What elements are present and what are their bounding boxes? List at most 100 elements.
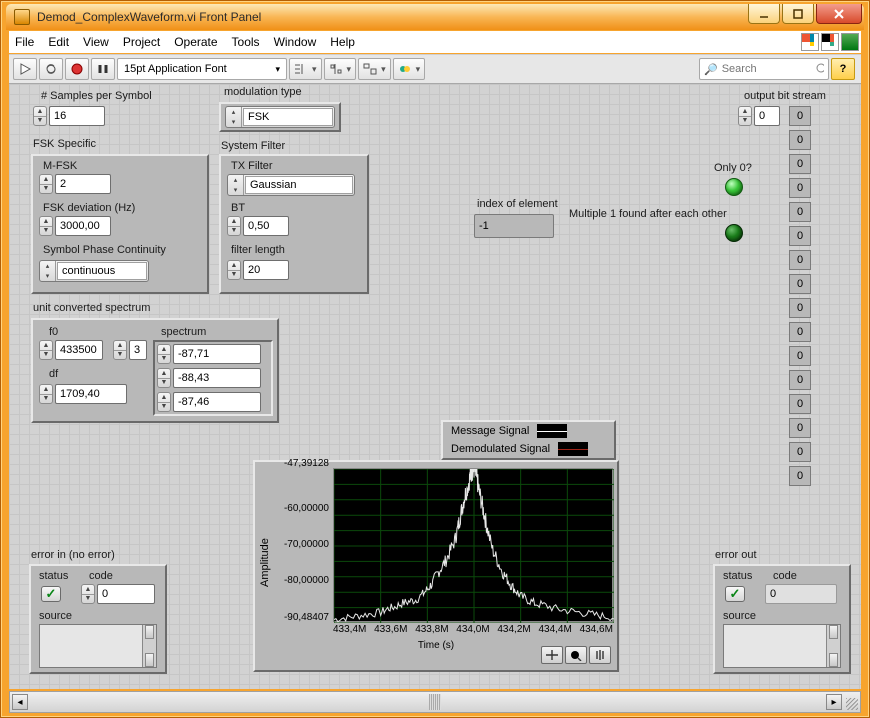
spectrum-val-0[interactable]: -87,71 — [173, 344, 261, 364]
toolbar: 15pt Application Font▾ 🔎 ? — [9, 54, 861, 84]
samples-control[interactable]: ▲▼ 16 — [33, 106, 105, 126]
df-value[interactable]: 1709,40 — [55, 384, 127, 404]
errout-label: error out — [715, 549, 757, 561]
output-bit-14: 0 — [789, 442, 811, 462]
output-bit-12: 0 — [789, 394, 811, 414]
resize-grip[interactable] — [846, 698, 858, 710]
waveform-graph[interactable]: -47,39128-60,00000-70,00000-80,00000-90,… — [253, 460, 619, 672]
samples-value[interactable]: 16 — [49, 106, 105, 126]
output-bit-3: 0 — [789, 178, 811, 198]
sysfilter-label: System Filter — [221, 140, 285, 152]
status-in-checkbox[interactable]: ✓ — [41, 586, 61, 602]
index-value: -1 — [474, 214, 554, 238]
pause-button[interactable] — [91, 58, 115, 80]
scroll-thumb[interactable] — [429, 694, 441, 710]
search-box[interactable]: 🔎 — [699, 58, 829, 80]
menu-bar: File Edit View Project Operate Tools Win… — [9, 31, 861, 53]
run-button[interactable] — [13, 58, 37, 80]
bt-label: BT — [231, 202, 245, 214]
status-out-checkbox: ✓ — [725, 586, 745, 602]
source-in[interactable] — [39, 624, 157, 668]
index-label: index of element — [477, 198, 558, 210]
abort-button[interactable] — [65, 58, 89, 80]
spectrum-index[interactable]: 3 — [129, 340, 147, 360]
menu-operate[interactable]: Operate — [174, 35, 217, 49]
modtype-combo[interactable]: ▴▾ FSK — [225, 106, 335, 128]
horizontal-scrollbar[interactable]: ◂ ▸ — [9, 691, 861, 713]
align-objects-button[interactable] — [289, 58, 322, 80]
output-bit-1: 0 — [789, 130, 811, 150]
distribute-objects-button[interactable] — [324, 58, 357, 80]
spectrum-section-label: unit converted spectrum — [33, 302, 150, 314]
scroll-right-button[interactable]: ▸ — [826, 694, 842, 710]
menu-file[interactable]: File — [15, 35, 34, 49]
source-out — [723, 624, 841, 668]
bt-value[interactable]: 0,50 — [243, 216, 289, 236]
app-icon — [14, 9, 30, 25]
menu-window[interactable]: Window — [274, 35, 317, 49]
phasecont-value: continuous — [57, 262, 147, 280]
icon-view-icon[interactable] — [801, 33, 819, 51]
fsk-section-label: FSK Specific — [33, 138, 96, 150]
graph-cursor-button[interactable] — [541, 646, 563, 664]
menu-edit[interactable]: Edit — [48, 35, 69, 49]
close-button[interactable] — [816, 4, 862, 24]
f0-label: f0 — [49, 326, 58, 338]
spectrum-val-1[interactable]: -88,43 — [173, 368, 261, 388]
error-in-cluster: status code ✓ ▲▼ 0 source — [29, 564, 167, 674]
phasecont-label: Symbol Phase Continuity — [43, 244, 166, 256]
status-label-out: status — [723, 570, 752, 582]
samples-label: # Samples per Symbol — [41, 90, 152, 102]
graph-zoom-button[interactable] — [565, 646, 587, 664]
graph-pan-button[interactable] — [589, 646, 611, 664]
resize-objects-button[interactable] — [358, 58, 391, 80]
output-bit-9: 0 — [789, 322, 811, 342]
reorder-button[interactable] — [393, 58, 426, 80]
menu-project[interactable]: Project — [123, 35, 160, 49]
txfilter-combo[interactable]: ▴▾ Gaussian — [227, 174, 355, 196]
fskdev-value[interactable]: 3000,00 — [55, 216, 111, 236]
modtype-value: FSK — [243, 108, 333, 126]
output-bit-8: 0 — [789, 298, 811, 318]
output-bit-5: 0 — [789, 226, 811, 246]
outbit-index[interactable]: 0 — [754, 106, 780, 126]
source-label-out: source — [723, 610, 756, 622]
search-input[interactable] — [720, 62, 815, 76]
minimize-button[interactable] — [748, 4, 780, 24]
spectrum-val-2[interactable]: -87,46 — [173, 392, 261, 412]
mfsk-value[interactable]: 2 — [55, 174, 111, 194]
output-bit-11: 0 — [789, 370, 811, 390]
code-label-in: code — [89, 570, 113, 582]
help-button[interactable]: ? — [831, 58, 855, 80]
code-in[interactable]: 0 — [97, 584, 155, 604]
output-bit-6: 0 — [789, 250, 811, 270]
connector-pane-icon[interactable] — [821, 33, 839, 51]
vi-icon[interactable] — [841, 33, 859, 51]
run-continuously-button[interactable] — [39, 58, 63, 80]
menu-tools[interactable]: Tools — [232, 35, 260, 49]
maximize-button[interactable] — [782, 4, 814, 24]
font-selector[interactable]: 15pt Application Font▾ — [117, 58, 287, 80]
output-bit-10: 0 — [789, 346, 811, 366]
errin-label: error in (no error) — [31, 549, 115, 561]
f0-value[interactable]: 433500 — [55, 340, 103, 360]
error-out-cluster: status code ✓ 0 source — [713, 564, 851, 674]
scroll-left-button[interactable]: ◂ — [12, 694, 28, 710]
flen-label: filter length — [231, 244, 285, 256]
source-label-in: source — [39, 610, 72, 622]
df-label: df — [49, 368, 58, 380]
menu-view[interactable]: View — [83, 35, 109, 49]
spectrum-label: spectrum — [161, 326, 206, 338]
flen-value[interactable]: 20 — [243, 260, 289, 280]
txfilter-value: Gaussian — [245, 176, 353, 194]
phasecont-combo[interactable]: ▴▾ continuous — [39, 260, 149, 282]
status-label-in: status — [39, 570, 68, 582]
ylabel: Amplitude — [259, 538, 271, 587]
mult1-label: Multiple 1 found after each other — [569, 208, 727, 220]
mfsk-label: M-FSK — [43, 160, 77, 172]
code-out: 0 — [765, 584, 837, 604]
multiple1-led — [725, 224, 743, 242]
output-bit-2: 0 — [789, 154, 811, 174]
legend-msg: Message Signal — [451, 425, 529, 437]
menu-help[interactable]: Help — [330, 35, 355, 49]
